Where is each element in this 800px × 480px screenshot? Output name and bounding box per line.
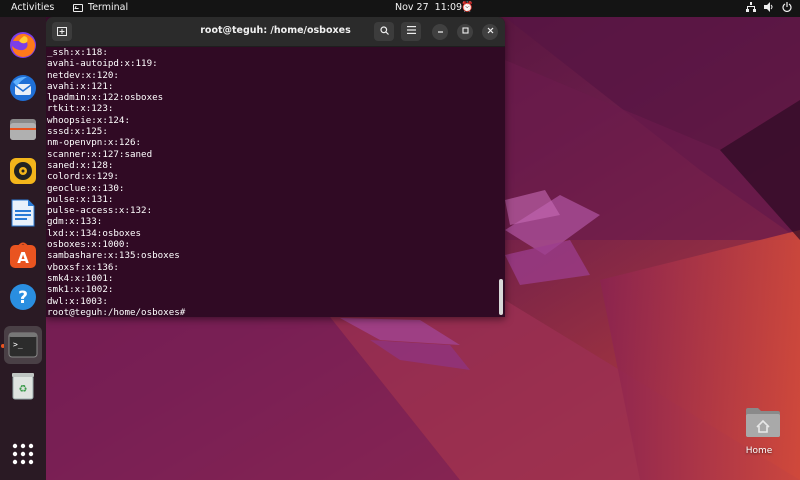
home-label: Home <box>745 446 773 456</box>
svg-text:A: A <box>17 249 29 267</box>
terminal-line: lxd:x:134:osboxes <box>47 227 142 239</box>
app-center-icon[interactable]: A <box>7 239 39 271</box>
terminal-output[interactable]: _ssh:x:118: avahi-autoipd:x:119: netdev:x:… <box>47 47 487 317</box>
close-button[interactable] <box>482 24 498 40</box>
app-menu[interactable]: Terminal <box>73 2 128 13</box>
terminal-line: avahi:x:121: <box>47 80 114 92</box>
network-icon <box>746 2 756 16</box>
terminal-header-bar[interactable]: root@teguh: /home/osboxes <box>46 17 505 47</box>
svg-text:♻: ♻ <box>19 384 28 395</box>
terminal-scrollbar[interactable] <box>499 279 503 315</box>
terminal-icon[interactable]: >_ <box>4 326 42 364</box>
terminal-line: gdm:x:133: <box>47 216 103 228</box>
search-button[interactable] <box>374 22 394 41</box>
terminal-line: saned:x:128: <box>47 159 114 171</box>
help-icon[interactable]: ? <box>7 281 39 313</box>
clock-time: 11:09 <box>434 2 463 13</box>
minimize-button[interactable] <box>432 24 448 40</box>
terminal-line: smk4:x:1001: <box>47 272 114 284</box>
terminal-line: nm-openvpn:x:126: <box>47 137 142 149</box>
terminal-line: sambashare:x:135:osboxes <box>47 250 180 262</box>
alarm-icon: ⏰ <box>461 2 474 13</box>
terminal-line: pulse:x:131: <box>47 193 114 205</box>
volume-icon <box>764 2 774 16</box>
trash-icon[interactable]: ♻ <box>7 370 39 402</box>
terminal-line: lpadmin:x:122:osboxes <box>47 92 164 104</box>
terminal-small-icon <box>73 3 83 12</box>
terminal-line: _ssh:x:118: <box>47 47 108 58</box>
activities-button[interactable]: Activities <box>11 2 54 13</box>
hamburger-icon <box>406 26 416 37</box>
terminal-line: dwl:x:1003: <box>47 295 108 307</box>
terminal-line: sssd:x:125: <box>47 126 108 138</box>
libreoffice-writer-icon[interactable] <box>7 197 39 229</box>
system-tray[interactable] <box>746 2 792 16</box>
terminal-line: colord:x:129: <box>47 171 119 183</box>
terminal-window[interactable]: root@teguh: /home/osboxes _ssh:x:118: ava… <box>46 17 505 317</box>
svg-text:>_: >_ <box>13 340 23 349</box>
maximize-icon <box>461 27 469 37</box>
terminal-line: vboxsf:x:136: <box>47 261 119 273</box>
terminal-line: pulse-access:x:132: <box>47 205 153 217</box>
menu-button[interactable] <box>401 22 421 41</box>
rhythmbox-icon[interactable] <box>7 155 39 187</box>
show-apps-icon[interactable] <box>7 438 39 470</box>
terminal-line: smk1:x:1002: <box>47 284 114 296</box>
terminal-line: netdev:x:120: <box>47 69 119 81</box>
top-bar: Activities Terminal Nov 27 11:09 ⏰ <box>0 0 800 17</box>
thunderbird-icon[interactable] <box>7 72 39 104</box>
terminal-line: avahi-autoipd:x:119: <box>47 58 158 70</box>
home-folder-desktop-icon[interactable]: Home <box>733 406 785 466</box>
terminal-line: scanner:x:127:saned <box>47 148 153 160</box>
search-icon <box>379 25 389 38</box>
firefox-icon[interactable] <box>7 29 39 61</box>
terminal-line: rtkit:x:123: <box>47 103 114 115</box>
minimize-icon <box>437 27 444 37</box>
app-menu-label: Terminal <box>88 2 129 13</box>
svg-text:?: ? <box>18 288 28 308</box>
terminal-line: geoclue:x:130: <box>47 182 125 194</box>
terminal-line: osboxes:x:1000: <box>47 239 130 251</box>
terminal-line: root@teguh:/home/osboxes# <box>47 306 186 317</box>
files-icon[interactable] <box>7 113 39 145</box>
maximize-button[interactable] <box>457 24 473 40</box>
power-icon <box>782 2 792 16</box>
terminal-line: whoopsie:x:124: <box>47 114 130 126</box>
close-icon <box>487 27 494 37</box>
home-folder-icon <box>746 408 780 437</box>
dock: A ? >_ ♻ <box>0 17 46 480</box>
clock-date: Nov 27 <box>395 2 429 13</box>
clock-button[interactable]: Nov 27 11:09 <box>395 2 462 13</box>
